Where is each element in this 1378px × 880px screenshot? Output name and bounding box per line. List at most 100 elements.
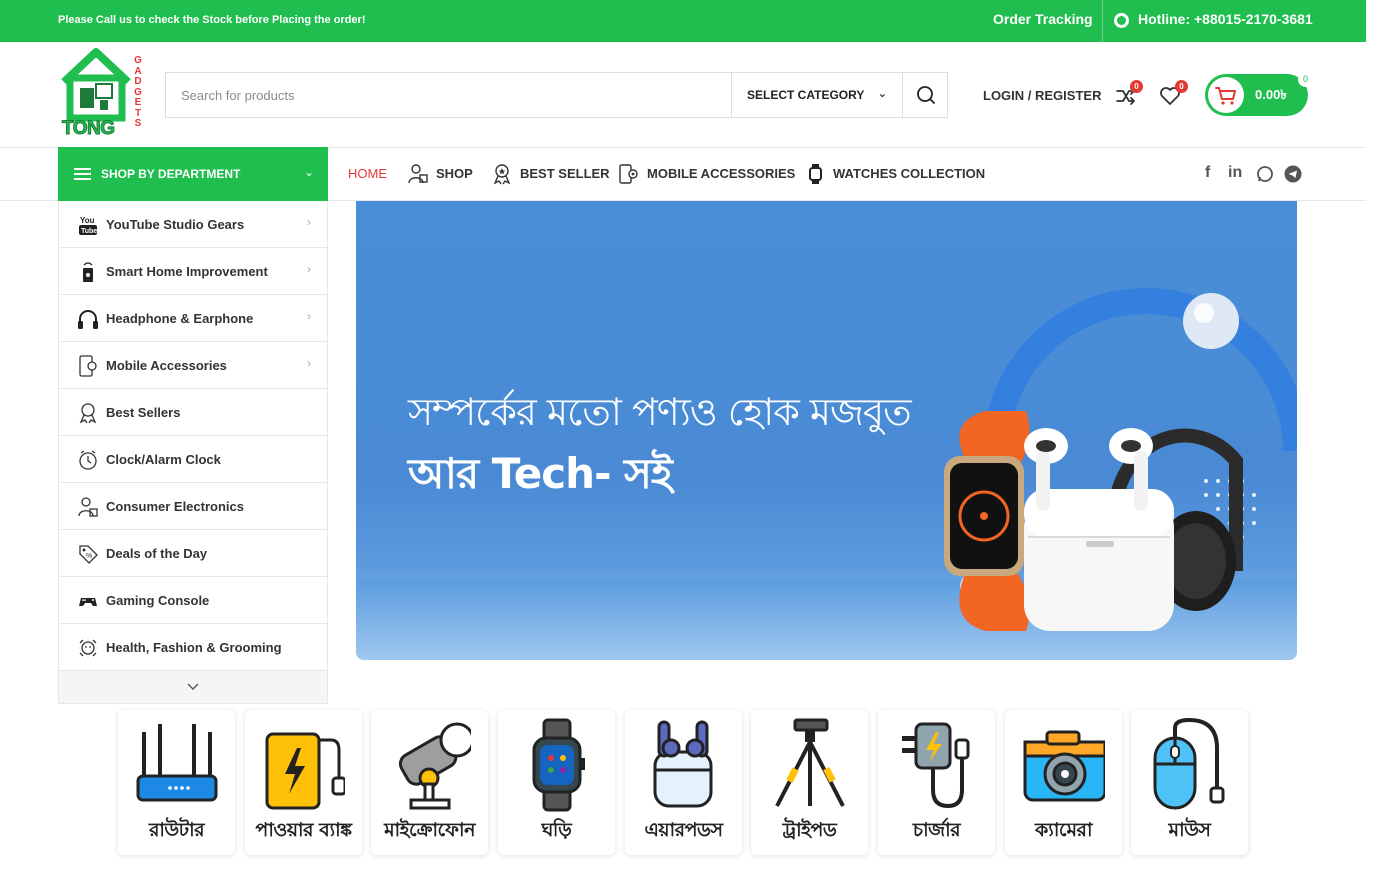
department-label: SHOP BY DEPARTMENT xyxy=(101,167,241,181)
sidebar-item-gaming-console[interactable]: Gaming Console xyxy=(59,577,327,624)
logo-side-text: GADGETS xyxy=(134,55,142,129)
nav-mobile-accessories-label: MOBILE ACCESSORIES xyxy=(647,166,796,181)
watch-icon xyxy=(809,164,822,184)
phone-accessory-icon xyxy=(619,164,638,184)
chevron-right-icon: › xyxy=(307,262,311,276)
cart-icon-circle xyxy=(1208,77,1244,113)
sidebar-item-smart-home-improvement[interactable]: Smart Home Improvement › xyxy=(59,248,327,295)
sidebar-item-consumer-electronics[interactable]: Consumer Electronics xyxy=(59,483,327,530)
linkedin-icon[interactable]: in xyxy=(1228,164,1242,184)
order-tracking-link[interactable]: Order Tracking xyxy=(993,11,1093,27)
category-label: পাওয়ার ব্যাঙ্ক xyxy=(255,819,352,841)
category-tile-airpods[interactable]: এয়ারপডস xyxy=(625,710,742,855)
smart-home-icon xyxy=(83,262,93,282)
search-button[interactable] xyxy=(902,73,948,117)
category-label: চার্জার xyxy=(912,819,961,841)
nav-shop-label: SHOP xyxy=(436,166,473,181)
category-select[interactable]: SELECT CATEGORY ⌄ xyxy=(731,73,902,117)
category-tile-router[interactable]: রাউটার xyxy=(118,710,235,855)
category-label: রাউটার xyxy=(148,819,205,841)
sidebar-item-label: YouTube Studio Gears xyxy=(106,217,245,232)
shop-person-icon xyxy=(408,164,428,184)
wishlist-button[interactable]: 0 xyxy=(1158,80,1188,108)
grooming-icon xyxy=(79,639,97,657)
category-tile-mouse[interactable]: মাউস xyxy=(1131,710,1248,855)
cart-count-badge: 0 xyxy=(1298,72,1313,87)
chevron-down-icon xyxy=(187,683,199,690)
cart-icon xyxy=(1215,87,1236,105)
logo-house-icon xyxy=(61,48,131,122)
sidebar-item-label: Deals of the Day xyxy=(106,546,208,561)
category-tile-camera[interactable]: ক্যামেরা xyxy=(1005,710,1122,855)
sidebar-item-label: Smart Home Improvement xyxy=(106,264,268,279)
sidebar-item-label: Headphone & Earphone xyxy=(106,311,254,326)
clock-icon xyxy=(79,450,97,470)
sidebar-item-best-sellers[interactable]: Best Sellers xyxy=(59,389,327,436)
category-label: ট্রাইপড xyxy=(782,819,837,841)
nav-home[interactable]: HOME xyxy=(348,160,387,188)
compare-button[interactable]: 0 xyxy=(1114,80,1143,108)
category-label: মাউস xyxy=(1168,819,1211,841)
svg-text:%: % xyxy=(86,553,92,560)
category-tile-microphone[interactable]: মাইক্রোফোন xyxy=(371,710,488,855)
department-menu: You Tube YouTube Studio Gears › Smart Ho… xyxy=(58,201,328,704)
category-label: মাইক্রোফোন xyxy=(384,819,475,841)
category-label: ক্যামেরা xyxy=(1035,819,1092,841)
cart-button[interactable]: 0.00৳ 0 xyxy=(1205,72,1313,116)
compare-count-badge: 0 xyxy=(1130,80,1143,93)
sidebar-item-headphone-earphone[interactable]: Headphone & Earphone › xyxy=(59,295,327,342)
show-more-categories-button[interactable] xyxy=(59,671,327,703)
airpods-icon xyxy=(653,720,713,808)
chevron-right-icon: › xyxy=(307,309,311,323)
svg-text:You: You xyxy=(80,216,95,225)
category-tile-power-bank[interactable]: পাওয়ার ব্যাঙ্ক xyxy=(245,710,362,855)
chevron-right-icon: › xyxy=(307,356,311,370)
nav-mobile-accessories[interactable]: MOBILE ACCESSORIES xyxy=(618,160,795,188)
microphone-icon xyxy=(398,722,471,810)
sidebar-item-deals-of-the-day[interactable]: % Deals of the Day xyxy=(59,530,327,577)
sidebar-item-mobile-accessories[interactable]: Mobile Accessories › xyxy=(59,342,327,389)
mobile-icon xyxy=(79,355,97,377)
award-icon xyxy=(493,164,511,185)
search-icon xyxy=(917,86,935,104)
sidebar-item-health-fashion-grooming[interactable]: Health, Fashion & Grooming xyxy=(59,624,327,671)
site-logo[interactable]: TONG GADGETS xyxy=(60,48,144,140)
telegram-icon[interactable] xyxy=(1284,165,1302,185)
electronics-icon xyxy=(78,497,98,517)
whatsapp-icon xyxy=(1114,13,1129,28)
chevron-down-icon: ⌄ xyxy=(877,88,887,100)
deal-tag-icon: % xyxy=(79,545,98,564)
nav-shop[interactable]: SHOP xyxy=(407,160,473,188)
category-tile-charger[interactable]: চার্জার xyxy=(878,710,995,855)
award-icon xyxy=(79,403,97,424)
stock-notice: Please Call us to check the Stock before… xyxy=(58,14,366,26)
category-label: এয়ারপডস xyxy=(644,819,723,841)
category-select-label: SELECT CATEGORY xyxy=(747,88,865,102)
login-register-link[interactable]: LOGIN / REGISTER xyxy=(983,88,1101,103)
nav-best-seller[interactable]: BEST SELLER xyxy=(491,160,610,188)
charger-icon xyxy=(902,722,970,809)
nav-best-seller-label: BEST SELLER xyxy=(520,166,610,181)
category-tile-tripod[interactable]: ট্রাইপড xyxy=(751,710,868,855)
search-input[interactable] xyxy=(166,73,731,117)
search-bar: SELECT CATEGORY ⌄ xyxy=(165,72,948,118)
whatsapp-icon[interactable] xyxy=(1256,165,1274,185)
nav-watches-collection[interactable]: WATCHES COLLECTION xyxy=(806,160,985,188)
hotline-link[interactable]: Hotline: +88015-2170-3681 xyxy=(1138,11,1313,27)
whatsapp-glyph xyxy=(1257,166,1273,182)
category-tile-watch[interactable]: ঘড়ি xyxy=(498,710,615,855)
power-bank-icon xyxy=(265,732,345,810)
shop-by-department-button[interactable]: SHOP BY DEPARTMENT ⌄ xyxy=(58,147,328,201)
hero-banner[interactable]: সম্পর্কের মতো পণ্যও হোক মজবুত আর Tech- স… xyxy=(356,201,1297,660)
top-bar: Please Call us to check the Stock before… xyxy=(0,0,1366,42)
sidebar-item-label: Health, Fashion & Grooming xyxy=(106,640,282,655)
telegram-glyph xyxy=(1284,165,1302,183)
hero-subheadline: আর Tech- সই xyxy=(408,449,673,498)
tripod-icon xyxy=(775,718,845,807)
camera-icon xyxy=(1023,730,1105,802)
sidebar-item-youtube-studio-gears[interactable]: You Tube YouTube Studio Gears › xyxy=(59,201,327,248)
facebook-icon[interactable]: f xyxy=(1205,164,1210,184)
svg-text:Tube: Tube xyxy=(81,228,97,235)
cart-amount: 0.00৳ xyxy=(1255,87,1287,102)
sidebar-item-clock-alarm-clock[interactable]: Clock/Alarm Clock xyxy=(59,436,327,483)
